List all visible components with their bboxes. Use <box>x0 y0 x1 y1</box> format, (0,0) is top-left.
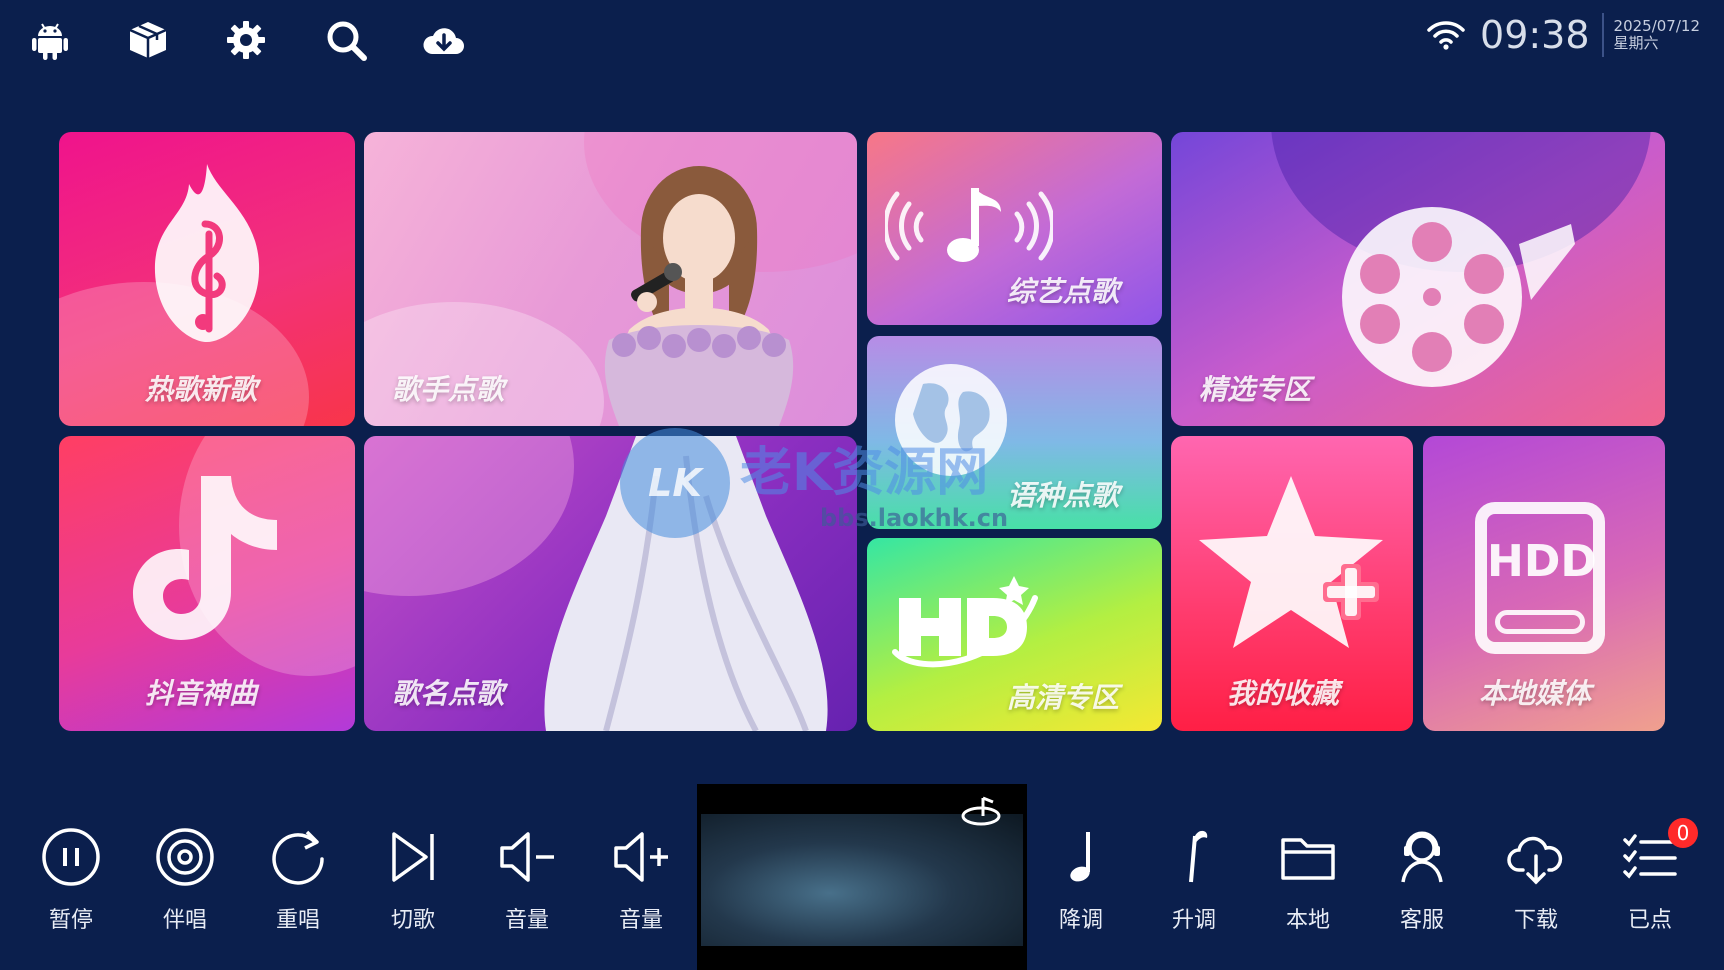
tile-label: 热歌新歌 <box>145 373 258 406</box>
local-button[interactable]: 本地 <box>1263 826 1353 946</box>
headset-person-icon <box>1401 831 1443 883</box>
tile-hd[interactable]: 高清专区 <box>867 538 1162 731</box>
next-song-button[interactable]: 切歌 <box>368 826 458 946</box>
pitch-down-button[interactable]: 降调 <box>1036 826 1126 946</box>
volume-up-button[interactable]: 音量 <box>596 826 686 946</box>
folder-icon <box>1281 838 1335 880</box>
skip-next-icon <box>392 832 434 882</box>
tile-label: 抖音神曲 <box>145 677 258 710</box>
date-block: 2025/07/12 星期六 <box>1614 18 1700 52</box>
box-icon[interactable] <box>126 18 170 62</box>
tile-local-media[interactable]: HDD 本地媒体 <box>1423 436 1665 731</box>
clock: 09:38 <box>1480 13 1590 57</box>
tile-song-title[interactable]: 歌名点歌 <box>364 436 857 731</box>
tile-label: 我的收藏 <box>1227 677 1340 710</box>
tile-label: 本地媒体 <box>1479 677 1592 710</box>
accompany-button[interactable]: 伴唱 <box>140 826 230 946</box>
tiktok-note-icon <box>133 476 277 640</box>
tile-selected[interactable]: 精选专区 <box>1171 132 1665 426</box>
hd-logo-icon <box>892 576 1038 668</box>
replay-icon <box>272 830 324 885</box>
star-plus-icon <box>1199 476 1383 648</box>
tile-language[interactable]: 语种点歌 <box>867 336 1162 529</box>
vol-up-label: 音量 <box>618 908 663 933</box>
pause-icon <box>42 828 100 886</box>
singer-dress-image <box>544 436 828 731</box>
tile-label: 精选专区 <box>1199 373 1312 406</box>
disc-logo-icon <box>961 796 1001 826</box>
film-reel-icon <box>1342 207 1575 387</box>
replay-label: 重唱 <box>275 908 320 933</box>
video-preview[interactable] <box>697 784 1027 970</box>
tile-label: 综艺点歌 <box>1007 275 1120 308</box>
search-icon[interactable] <box>324 18 368 62</box>
android-icon[interactable] <box>28 18 72 62</box>
download-button[interactable]: 下载 <box>1491 826 1581 946</box>
wifi-icon <box>1427 21 1465 50</box>
date: 2025/07/12 <box>1613 17 1700 35</box>
accompany-label: 伴唱 <box>162 908 207 933</box>
volume-down-button[interactable]: 音量 <box>482 826 572 946</box>
tile-label: 歌名点歌 <box>392 677 505 710</box>
hdd-icon: HDD <box>1475 502 1605 654</box>
weekday: 星期六 <box>1613 34 1659 52</box>
queued-count-badge: 0 <box>1668 818 1698 848</box>
tile-hot-songs[interactable]: 热歌新歌 <box>59 132 355 426</box>
status-area: 09:38 2025/07/12 星期六 <box>1426 10 1700 60</box>
top-bar: 09:38 2025/07/12 星期六 <box>0 0 1724 84</box>
disc-icon <box>156 828 214 886</box>
cloud-download-icon <box>1507 836 1563 885</box>
tile-variety[interactable]: 综艺点歌 <box>867 132 1162 325</box>
note-flag-icon <box>1189 830 1208 883</box>
local-label: 本地 <box>1285 908 1330 933</box>
hdd-label: HDD <box>1487 536 1597 587</box>
pitch-up-label: 升调 <box>1171 908 1216 933</box>
tile-label: 语种点歌 <box>1007 479 1120 512</box>
globe-icon <box>895 364 1007 476</box>
video-frame <box>701 814 1023 946</box>
tile-label: 歌手点歌 <box>392 373 505 406</box>
pitch-down-label: 降调 <box>1058 908 1103 933</box>
cloud-download-icon[interactable] <box>422 18 466 62</box>
pause-label: 暂停 <box>48 908 93 933</box>
queued-label: 已点 <box>1627 908 1672 933</box>
pause-button[interactable]: 暂停 <box>26 826 116 946</box>
tile-label: 高清专区 <box>1007 681 1120 714</box>
note-icon <box>1070 832 1090 882</box>
next-label: 切歌 <box>390 908 435 933</box>
replay-button[interactable]: 重唱 <box>253 826 343 946</box>
service-label: 客服 <box>1399 908 1444 933</box>
tile-singer[interactable]: 歌手点歌 <box>364 132 857 426</box>
customer-service-button[interactable]: 客服 <box>1377 826 1467 946</box>
gear-icon[interactable] <box>224 18 268 62</box>
tile-douyin[interactable]: 抖音神曲 <box>59 436 355 731</box>
singer-photo <box>604 166 794 426</box>
volume-up-icon <box>614 832 668 882</box>
flame-music-icon <box>154 164 260 342</box>
download-label: 下载 <box>1513 908 1558 933</box>
divider <box>1601 13 1604 57</box>
tile-favorites[interactable]: 我的收藏 <box>1171 436 1413 731</box>
volume-down-icon <box>500 832 554 882</box>
music-note-waves-icon <box>885 188 1053 262</box>
pitch-up-button[interactable]: 升调 <box>1149 826 1239 946</box>
vol-down-label: 音量 <box>504 908 549 933</box>
